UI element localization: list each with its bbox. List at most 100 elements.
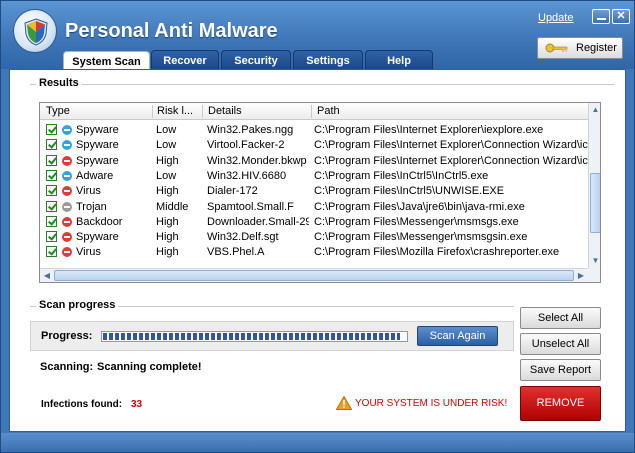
table-row[interactable]: Spyware High Win32.Monder.bkwp C:\Program F… (40, 154, 588, 169)
row-checkbox[interactable] (46, 185, 57, 197)
vertical-scroll-thumb[interactable] (590, 173, 600, 233)
app-window: Personal Anti Malware Update ✕ Register … (0, 0, 635, 453)
remove-button[interactable]: REMOVE (520, 386, 601, 421)
row-checkbox[interactable] (46, 154, 57, 166)
tab-settings[interactable]: Settings (293, 50, 363, 70)
horizontal-scroll-thumb[interactable] (54, 270, 574, 281)
infections-label: Infections found: (41, 399, 123, 410)
row-checkbox[interactable] (46, 124, 57, 135)
row-checkbox[interactable] (46, 231, 57, 243)
cell-path: C:\Program Files\Messenger\msmsgsin.exe (314, 231, 528, 244)
table-row[interactable]: Backdoor High Downloader.Small-296 C:\Progr… (40, 215, 588, 230)
row-checkbox[interactable] (46, 200, 57, 212)
tab-system-scan[interactable]: System Scan (63, 51, 150, 71)
tab-security[interactable]: Security (221, 50, 291, 70)
update-link[interactable]: Update (538, 12, 573, 24)
results-divider (30, 84, 614, 85)
cell-risk: High (156, 246, 179, 259)
cell-path: C:\Program Files\Internet Explorer\Conne… (314, 139, 588, 152)
table-row[interactable]: Spyware Low Win32.Pakes.ngg C:\Program File… (40, 123, 588, 138)
severity-icon (62, 170, 72, 181)
cell-risk: Middle (156, 200, 189, 213)
cell-type: Backdoor (76, 215, 123, 228)
row-checkbox[interactable] (46, 215, 57, 227)
table-row[interactable]: Adware Low Win32.HIV.6680 C:\Program Files\… (40, 169, 588, 184)
tab-recover[interactable]: Recover (151, 50, 219, 70)
severity-icon (62, 232, 72, 243)
column-risk[interactable]: Risk l... (157, 105, 193, 117)
table-row[interactable]: Virus High Dialer-172 C:\Program Files\InCt… (40, 184, 588, 199)
column-type[interactable]: Type (46, 105, 70, 117)
cell-type: Virus (76, 185, 101, 198)
cell-risk: High (156, 185, 179, 198)
row-checkbox[interactable] (46, 246, 57, 258)
cell-path: C:\Program Files\Messenger\msmsgs.exe (314, 215, 519, 228)
results-title: Results (36, 77, 82, 89)
progress-bar (101, 331, 408, 342)
results-table: Type Risk l... Details Path Spyware Low Wi… (39, 102, 601, 283)
cell-path: C:\Program Files\Java\jre6\bin\java-rmi.… (314, 200, 525, 213)
main-content: Results Type Risk l... Details Path Spyw… (9, 69, 626, 432)
severity-icon (62, 247, 72, 258)
scan-progress-title: Scan progress (36, 299, 119, 311)
cell-details: Downloader.Small-296 (207, 215, 309, 228)
row-checkbox[interactable] (46, 139, 57, 151)
close-icon: ✕ (616, 10, 626, 22)
severity-icon (62, 186, 72, 197)
unselect-all-button[interactable]: Unselect All (520, 333, 601, 355)
cell-details: Spamtool.Small.F (207, 200, 294, 213)
progress-bar-fill (103, 333, 400, 340)
scroll-right-icon[interactable]: ▶ (575, 270, 587, 281)
key-icon (545, 43, 568, 53)
table-header: Type Risk l... Details Path (40, 103, 588, 120)
cell-type: Adware (76, 169, 114, 182)
column-details[interactable]: Details (208, 105, 242, 117)
select-all-button[interactable]: Select All (520, 307, 601, 329)
cell-path: C:\Program Files\Mozilla Firefox\crashre… (314, 246, 560, 259)
cell-risk: Low (156, 169, 177, 182)
column-path[interactable]: Path (317, 105, 340, 117)
scroll-left-icon[interactable]: ◀ (41, 270, 53, 281)
cell-path: C:\Program Files\Internet Explorer\iexpl… (314, 124, 544, 136)
column-divider (311, 105, 312, 118)
vertical-scrollbar[interactable]: ▲ ▼ (588, 103, 600, 268)
table-row[interactable]: Trojan Middle Spamtool.Small.F C:\Program F… (40, 200, 588, 215)
progress-panel: Progress: Scan Again (30, 321, 514, 351)
table-row[interactable]: Spyware High Win32.Delf.sgt C:\Program File… (40, 230, 588, 245)
register-button[interactable]: Register (537, 37, 623, 59)
cell-type: Virus (76, 246, 101, 259)
minimize-button[interactable] (592, 9, 610, 24)
progress-label: Progress: (41, 330, 93, 342)
column-divider (152, 105, 153, 118)
infections-count: 33 (131, 399, 143, 410)
cell-details: Win32.Pakes.ngg (207, 124, 294, 136)
cell-risk: Low (156, 139, 177, 152)
cell-risk: High (156, 231, 179, 244)
scrollbar-corner (588, 268, 600, 282)
scroll-up-icon[interactable]: ▲ (590, 104, 600, 116)
warning-icon (336, 396, 352, 410)
cell-type: Spyware (76, 154, 119, 167)
cell-type: Trojan (76, 200, 107, 213)
cell-details: Win32.Monder.bkwp (207, 154, 307, 167)
severity-icon (62, 140, 72, 151)
table-row[interactable]: Virus High VBS.Phel.A C:\Program Files\Mozi… (40, 245, 588, 260)
cell-details: Dialer-172 (207, 185, 258, 198)
cell-details: VBS.Phel.A (207, 246, 265, 259)
status-bar (1, 433, 634, 452)
table-row[interactable]: Spyware Low Virtool.Facker-2 C:\Program Fil… (40, 138, 588, 153)
scroll-down-icon[interactable]: ▼ (590, 255, 600, 267)
cell-details: Win32.Delf.sgt (207, 231, 279, 244)
register-label: Register (576, 42, 617, 54)
close-button[interactable]: ✕ (612, 9, 630, 24)
scan-again-button[interactable]: Scan Again (417, 326, 498, 346)
cell-details: Virtool.Facker-2 (207, 139, 285, 152)
tab-help[interactable]: Help (365, 50, 433, 70)
cell-details: Win32.HIV.6680 (207, 169, 287, 182)
cell-type: Spyware (76, 124, 119, 136)
shield-logo-icon (13, 9, 57, 53)
horizontal-scrollbar[interactable]: ◀ ▶ (40, 268, 588, 282)
risk-warning-text: YOUR SYSTEM IS UNDER RISK! (355, 398, 508, 409)
row-checkbox[interactable] (46, 169, 57, 181)
save-report-button[interactable]: Save Report (520, 359, 601, 381)
